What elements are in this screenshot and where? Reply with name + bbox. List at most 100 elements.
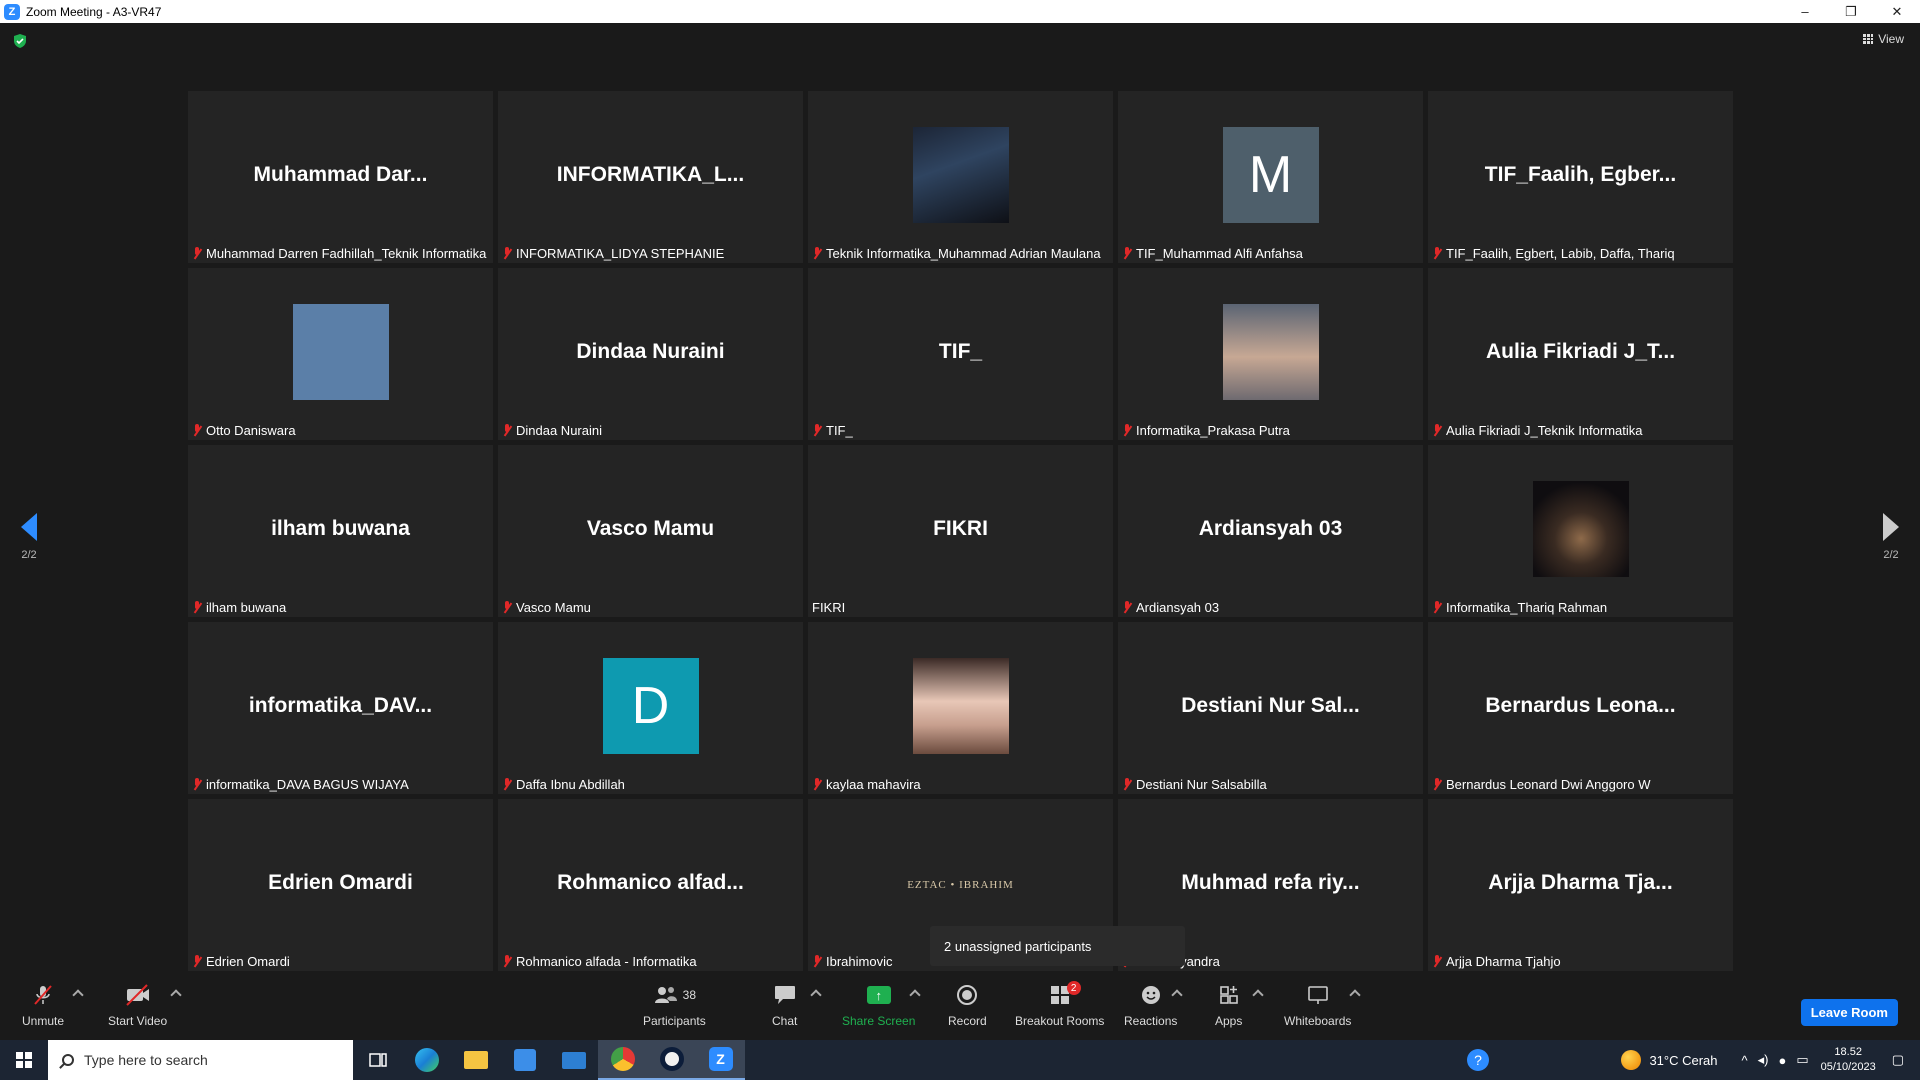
participant-display-name: FIKRI xyxy=(933,517,988,540)
start-button[interactable] xyxy=(0,1040,48,1080)
participant-tile[interactable]: Destiani Nur Sal... Destiani Nur Salsabil… xyxy=(1118,622,1423,794)
windows-taskbar: Type here to search Z ? 31°C Cerah ^ ◂) … xyxy=(0,1040,1920,1080)
participant-tile[interactable]: ilham buwana ilham buwana xyxy=(188,445,493,617)
whiteboards-button[interactable]: Whiteboards xyxy=(1284,983,1351,1028)
participant-name-label: Arjja Dharma Tjahjo xyxy=(1432,953,1561,969)
chat-button[interactable]: Chat xyxy=(772,983,797,1028)
participant-name-text: TIF_Muhammad Alfi Anfahsa xyxy=(1136,245,1303,261)
participant-tile[interactable]: Dindaa Nuraini Dindaa Nuraini xyxy=(498,268,803,440)
previous-page-button[interactable]: 2/2 xyxy=(14,513,44,573)
taskbar-store[interactable] xyxy=(500,1040,549,1080)
leave-room-button[interactable]: Leave Room xyxy=(1800,999,1898,1026)
participant-name-label: Aulia Fikriadi J_Teknik Informatika xyxy=(1432,422,1643,438)
participant-tile[interactable]: informatika_DAV... informatika_DAVA BAGUS… xyxy=(188,622,493,794)
participants-button[interactable]: 38 Participants xyxy=(643,983,706,1028)
apps-icon xyxy=(1218,983,1240,1007)
taskbar-file-explorer[interactable] xyxy=(451,1040,500,1080)
muted-microphone-icon xyxy=(812,423,822,437)
encryption-shield-icon[interactable] xyxy=(12,33,28,49)
participant-tile[interactable]: TIF_Faalih, Egber... TIF_Faalih, Egbert, … xyxy=(1428,91,1733,263)
next-page-button[interactable]: 2/2 xyxy=(1876,513,1906,573)
record-button[interactable]: Record xyxy=(948,983,987,1028)
chrome-icon xyxy=(610,1047,635,1071)
clock[interactable]: 18.52 05/10/2023 xyxy=(1821,1045,1876,1075)
muted-microphone-icon xyxy=(1432,954,1442,968)
unmute-button[interactable]: Unmute xyxy=(22,983,64,1028)
video-options-caret-icon[interactable] xyxy=(170,989,182,1001)
notification-icon[interactable]: ▢ xyxy=(1892,1052,1904,1068)
participant-name-label: Muhammad Darren Fadhillah_Teknik Informa… xyxy=(192,245,486,261)
muted-microphone-icon xyxy=(192,777,202,791)
apps-button[interactable]: Apps xyxy=(1215,983,1242,1028)
taskbar-mail[interactable] xyxy=(549,1040,598,1080)
weather-widget[interactable]: 31°C Cerah xyxy=(1621,1050,1718,1070)
participant-tile[interactable]: D Daffa Ibnu Abdillah xyxy=(498,622,803,794)
participant-name-label: kaylaa mahavira xyxy=(812,776,921,792)
participant-tile[interactable]: Muhammad Dar... Muhammad Darren Fadhillah… xyxy=(188,91,493,263)
taskbar-zoom[interactable]: Z xyxy=(696,1040,745,1080)
help-icon[interactable]: ? xyxy=(1467,1049,1489,1071)
participant-tile[interactable]: Ardiansyah 03 Ardiansyah 03 xyxy=(1118,445,1423,617)
muted-microphone-icon xyxy=(1432,246,1442,260)
participant-tile[interactable]: Vasco Mamu Vasco Mamu xyxy=(498,445,803,617)
search-placeholder: Type here to search xyxy=(84,1052,208,1068)
start-video-label: Start Video xyxy=(108,1014,168,1028)
participant-tile[interactable]: kaylaa mahavira xyxy=(808,622,1113,794)
taskbar-edge[interactable] xyxy=(402,1040,451,1080)
restore-button[interactable]: ❐ xyxy=(1828,0,1874,23)
taskbar-chrome[interactable] xyxy=(598,1040,647,1080)
muted-microphone-icon xyxy=(1122,600,1132,614)
participant-name-text: Ardiansyah 03 xyxy=(1136,599,1220,615)
reactions-button[interactable]: Reactions xyxy=(1124,983,1177,1028)
participant-tile[interactable]: Teknik Informatika_Muhammad Adrian Maula… xyxy=(808,91,1113,263)
participant-name-label: Daffa Ibnu Abdillah xyxy=(502,776,625,792)
participant-tile[interactable]: INFORMATIKA_L... INFORMATIKA_LIDYA STEPHA… xyxy=(498,91,803,263)
volume-icon[interactable]: ◂) xyxy=(1758,1052,1769,1068)
minimize-button[interactable]: – xyxy=(1782,0,1828,23)
taskbar-search-box[interactable]: Type here to search xyxy=(48,1040,353,1080)
breakout-rooms-badge: 2 xyxy=(1066,981,1081,995)
search-icon xyxy=(62,1054,74,1066)
share-screen-arrow-icon: ↑ xyxy=(866,986,891,1004)
close-button[interactable]: ✕ xyxy=(1874,0,1920,23)
share-screen-button[interactable]: ↑ Share Screen xyxy=(842,983,915,1028)
breakout-rooms-button[interactable]: 2 Breakout Rooms xyxy=(1015,981,1104,1028)
participant-tile[interactable]: TIF_ TIF_ xyxy=(808,268,1113,440)
chevron-up-icon[interactable]: ^ xyxy=(1742,1053,1748,1068)
participant-tile[interactable]: Otto Daniswara xyxy=(188,268,493,440)
participant-display-name: INFORMATIKA_L... xyxy=(556,163,745,186)
taskbar-app[interactable] xyxy=(647,1040,696,1080)
view-button[interactable]: View xyxy=(1863,32,1904,46)
participant-name-label: Vasco Mamu xyxy=(502,599,591,615)
microphone-icon[interactable]: ● xyxy=(1778,1053,1786,1068)
task-view-button[interactable] xyxy=(353,1040,402,1080)
participant-tile[interactable]: Arjja Dharma Tja... Arjja Dharma Tjahjo xyxy=(1428,799,1733,971)
participant-tile[interactable]: Edrien Omardi Edrien Omardi xyxy=(188,799,493,971)
muted-microphone-icon xyxy=(502,777,512,791)
network-icon[interactable]: ▭ xyxy=(1796,1052,1808,1068)
participant-name-text: Daffa Ibnu Abdillah xyxy=(516,776,625,792)
participant-name-text: Muhammad Darren Fadhillah_Teknik Informa… xyxy=(206,245,487,261)
participant-name-text: informatika_DAVA BAGUS WIJAYA xyxy=(206,776,409,792)
participant-tile[interactable]: FIKRI FIKRI xyxy=(808,445,1113,617)
meeting-area: View 2/2 2/2 Muhammad Dar... Muhammad Dar… xyxy=(0,23,1920,977)
clock-time: 18.52 xyxy=(1834,1046,1862,1058)
participant-tile[interactable]: Informatika_Thariq Rahman xyxy=(1428,445,1733,617)
chat-label: Chat xyxy=(772,1014,798,1028)
windows-logo-icon xyxy=(16,1052,32,1068)
chat-options-caret-icon[interactable] xyxy=(810,989,822,1001)
participant-display-name: Ardiansyah 03 xyxy=(1198,517,1343,540)
participant-display-name: Muhmad refa riy... xyxy=(1181,871,1360,894)
muted-microphone-icon xyxy=(502,954,512,968)
participant-tile[interactable]: M TIF_Muhammad Alfi Anfahsa xyxy=(1118,91,1423,263)
participant-display-name: TIF_ xyxy=(938,340,983,363)
participant-tile[interactable]: Informatika_Prakasa Putra xyxy=(1118,268,1423,440)
participant-tile[interactable]: Rohmanico alfad... Rohmanico alfada - Inf… xyxy=(498,799,803,971)
participants-icon xyxy=(654,987,677,1003)
participant-tile[interactable]: Aulia Fikriadi J_T... Aulia Fikriadi J_Te… xyxy=(1428,268,1733,440)
audio-options-caret-icon[interactable] xyxy=(72,989,84,1001)
start-video-button[interactable]: Start Video xyxy=(108,983,167,1028)
participant-display-name: Bernardus Leona... xyxy=(1485,694,1676,717)
apps-options-caret-icon[interactable] xyxy=(1252,989,1264,1001)
participant-tile[interactable]: Bernardus Leona... Bernardus Leonard Dwi … xyxy=(1428,622,1733,794)
